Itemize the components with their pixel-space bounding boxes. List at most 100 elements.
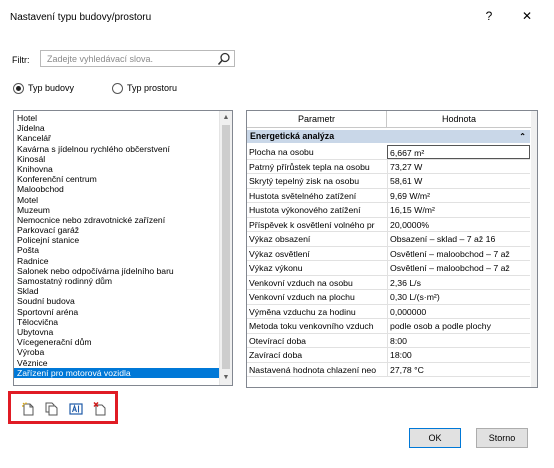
list-item[interactable]: Muzeum <box>14 205 219 215</box>
table-row[interactable]: Venkovní vzduch na plochu 0,30 L/(s·m²) <box>247 290 530 305</box>
table-row[interactable]: Příspěvek k osvětlení volného pr 20,0000% <box>247 217 530 232</box>
parameter-value[interactable]: 0,000000 <box>387 304 530 319</box>
parameter-value[interactable]: 2,36 L/s <box>387 275 530 290</box>
parameter-name: Výkaz obsazení <box>249 234 311 244</box>
parameter-value[interactable]: 58,61 W <box>387 174 530 188</box>
group-energy-analysis[interactable]: Energetická analýza ⌃ <box>247 130 530 143</box>
parameter-name: Výměna vzduchu za hodinu <box>249 306 356 317</box>
new-type-icon[interactable] <box>21 402 35 416</box>
collapse-icon[interactable]: ⌃ <box>519 130 526 143</box>
table-row[interactable]: Patrný přírůstek tepla na osobu 73,27 W <box>247 159 530 174</box>
table-row[interactable]: Zavírací doba 18:00 <box>247 348 530 363</box>
search-input[interactable] <box>47 51 217 66</box>
list-item[interactable]: Kancelář <box>14 133 219 143</box>
table-row[interactable]: Hustota výkonového zatížení 16,15 W/m² <box>247 203 530 218</box>
scroll-up-icon[interactable]: ▲ <box>220 112 232 124</box>
cancel-button[interactable]: Storno <box>476 428 528 448</box>
list-item[interactable]: Knihovna <box>14 164 219 174</box>
list-item[interactable]: Radnice <box>14 256 219 266</box>
parameter-value[interactable]: 20,0000% <box>387 217 530 232</box>
parameter-rows: Plocha na osobu 6,667 m² Patrný přírůstek … <box>247 145 530 377</box>
header-value[interactable]: Hodnota <box>387 111 531 128</box>
table-row[interactable]: Hustota světelného zatížení 9,69 W/m² <box>247 188 530 203</box>
list-item[interactable]: Zařízení pro motorová vozidla <box>14 367 219 378</box>
list-item[interactable]: Samostatný rodinný dům <box>14 276 219 286</box>
parameter-name: Metoda toku venkovního vzduch <box>249 321 374 331</box>
list-item[interactable]: Motel <box>14 195 219 205</box>
duplicate-icon[interactable] <box>44 402 58 416</box>
list-item[interactable]: Pošta <box>14 245 219 255</box>
radio-selected-icon[interactable] <box>13 82 24 94</box>
list-item[interactable]: Policejní stanice <box>14 235 219 245</box>
title-bar: Nastavení typu budovy/prostoru ? ✕ <box>0 0 554 30</box>
close-button[interactable]: ✕ <box>516 7 538 25</box>
table-row[interactable]: Výkaz osvětlení Osvětlení – maloobchod – … <box>247 246 530 261</box>
delete-icon[interactable] <box>93 402 107 416</box>
radio-space-type[interactable]: Typ prostoru <box>112 81 177 95</box>
filter-field[interactable] <box>40 50 235 67</box>
table-row[interactable]: Výkaz výkonu Osvětlení – maloobchod – 7 a… <box>247 261 530 276</box>
list-item[interactable]: Sportovní aréna <box>14 307 219 317</box>
table-row[interactable]: Skrytý tepelný zisk na osobu 58,61 W <box>247 174 530 189</box>
list-item[interactable]: Salonek nebo odpočívárna jídelního baru <box>14 266 219 276</box>
parameter-value[interactable]: Obsazení – sklad – 7 až 16 <box>387 232 530 246</box>
help-button[interactable]: ? <box>478 7 500 25</box>
header-parameter[interactable]: Parametr <box>247 111 387 128</box>
ok-button[interactable]: OK <box>409 428 461 448</box>
parameter-value[interactable]: podle osob a podle plochy <box>387 319 530 333</box>
radio-space-type-label: Typ prostoru <box>127 83 178 93</box>
radio-building-type[interactable]: Typ budovy <box>13 81 74 95</box>
table-row[interactable]: Výkaz obsazení Obsazení – sklad – 7 až 16 <box>247 232 530 247</box>
list-item[interactable]: Výroba <box>14 347 219 357</box>
list-item[interactable]: Soudní budova <box>14 296 219 306</box>
radio-unselected-icon[interactable] <box>112 82 123 94</box>
list-item[interactable]: Ubytovna <box>14 327 219 337</box>
building-type-list[interactable]: Hotel Jídelna Kancelář Kavárna s jídelnou r… <box>13 110 233 386</box>
grid-scrollbar[interactable] <box>531 111 537 387</box>
parameter-name: Skrytý tepelný zisk na osobu <box>249 176 360 186</box>
parameter-value[interactable]: Osvětlení – maloobchod – 7 až <box>387 261 530 275</box>
parameter-name: Výkaz osvětlení <box>249 248 310 259</box>
parameter-name: Venkovní vzduch na osobu <box>249 277 353 288</box>
list-scrollbar[interactable]: ▲ ▼ <box>219 111 232 385</box>
table-row[interactable]: Metoda toku venkovního vzduch podle osob … <box>247 319 530 334</box>
table-row[interactable]: Nastavená hodnota chlazení neo 27,78 °C <box>247 362 530 377</box>
list-item[interactable]: Sklad <box>14 286 219 296</box>
filter-label: Filtr: <box>12 55 30 65</box>
parameter-value[interactable]: 8:00 <box>387 333 530 348</box>
table-row[interactable]: Venkovní vzduch na osobu 2,36 L/s <box>247 275 530 290</box>
table-row[interactable]: Plocha na osobu 6,667 m² <box>247 145 530 160</box>
parameter-name: Výkaz výkonu <box>249 263 303 273</box>
parameter-value[interactable]: 6,667 m² <box>387 145 530 159</box>
parameter-name: Příspěvek k osvětlení volného pr <box>249 219 375 230</box>
list-item[interactable]: Věznice <box>14 358 219 368</box>
parameter-value[interactable]: 27,78 °C <box>387 362 530 377</box>
search-icon[interactable] <box>217 52 231 66</box>
parameter-value[interactable]: 0,30 L/(s·m²) <box>387 290 530 304</box>
table-row[interactable]: Otevírací doba 8:00 <box>247 333 530 348</box>
parameter-name: Otevírací doba <box>249 335 306 346</box>
list-item[interactable]: Vícegenerační dům <box>14 337 219 347</box>
list-item[interactable]: Tělocvična <box>14 317 219 327</box>
list-item[interactable]: Hotel <box>14 113 219 123</box>
table-row[interactable]: Výměna vzduchu za hodinu 0,000000 <box>247 304 530 319</box>
list-item[interactable]: Maloobchod <box>14 184 219 194</box>
list-item[interactable]: Konferenční centrum <box>14 174 219 184</box>
parameter-value[interactable]: Osvětlení – maloobchod – 7 až <box>387 246 530 261</box>
rename-icon[interactable] <box>69 402 83 416</box>
list-item[interactable]: Nemocnice nebo zdravotnické zařízení <box>14 215 219 225</box>
scrollbar-thumb[interactable] <box>222 125 230 369</box>
parameter-name: Hustota světelného zatížení <box>249 190 357 201</box>
list-item[interactable]: Kinosál <box>14 154 219 164</box>
parameter-value[interactable]: 16,15 W/m² <box>387 203 530 217</box>
list-item[interactable]: Jídelna <box>14 123 219 133</box>
list-item[interactable]: Parkovací garáž <box>14 225 219 235</box>
parameter-value[interactable]: 18:00 <box>387 348 530 362</box>
scroll-down-icon[interactable]: ▼ <box>220 372 232 384</box>
building-type-items: Hotel Jídelna Kancelář Kavárna s jídelnou r… <box>14 113 219 378</box>
list-item[interactable]: Kavárna s jídelnou rychlého občerstvení <box>14 144 219 154</box>
parameter-value[interactable]: 73,27 W <box>387 159 530 174</box>
parameters-grid: Parametr Hodnota Energetická analýza ⌃ P… <box>246 110 538 388</box>
radio-building-type-label: Typ budovy <box>28 83 75 93</box>
parameter-value[interactable]: 9,69 W/m² <box>387 188 530 203</box>
